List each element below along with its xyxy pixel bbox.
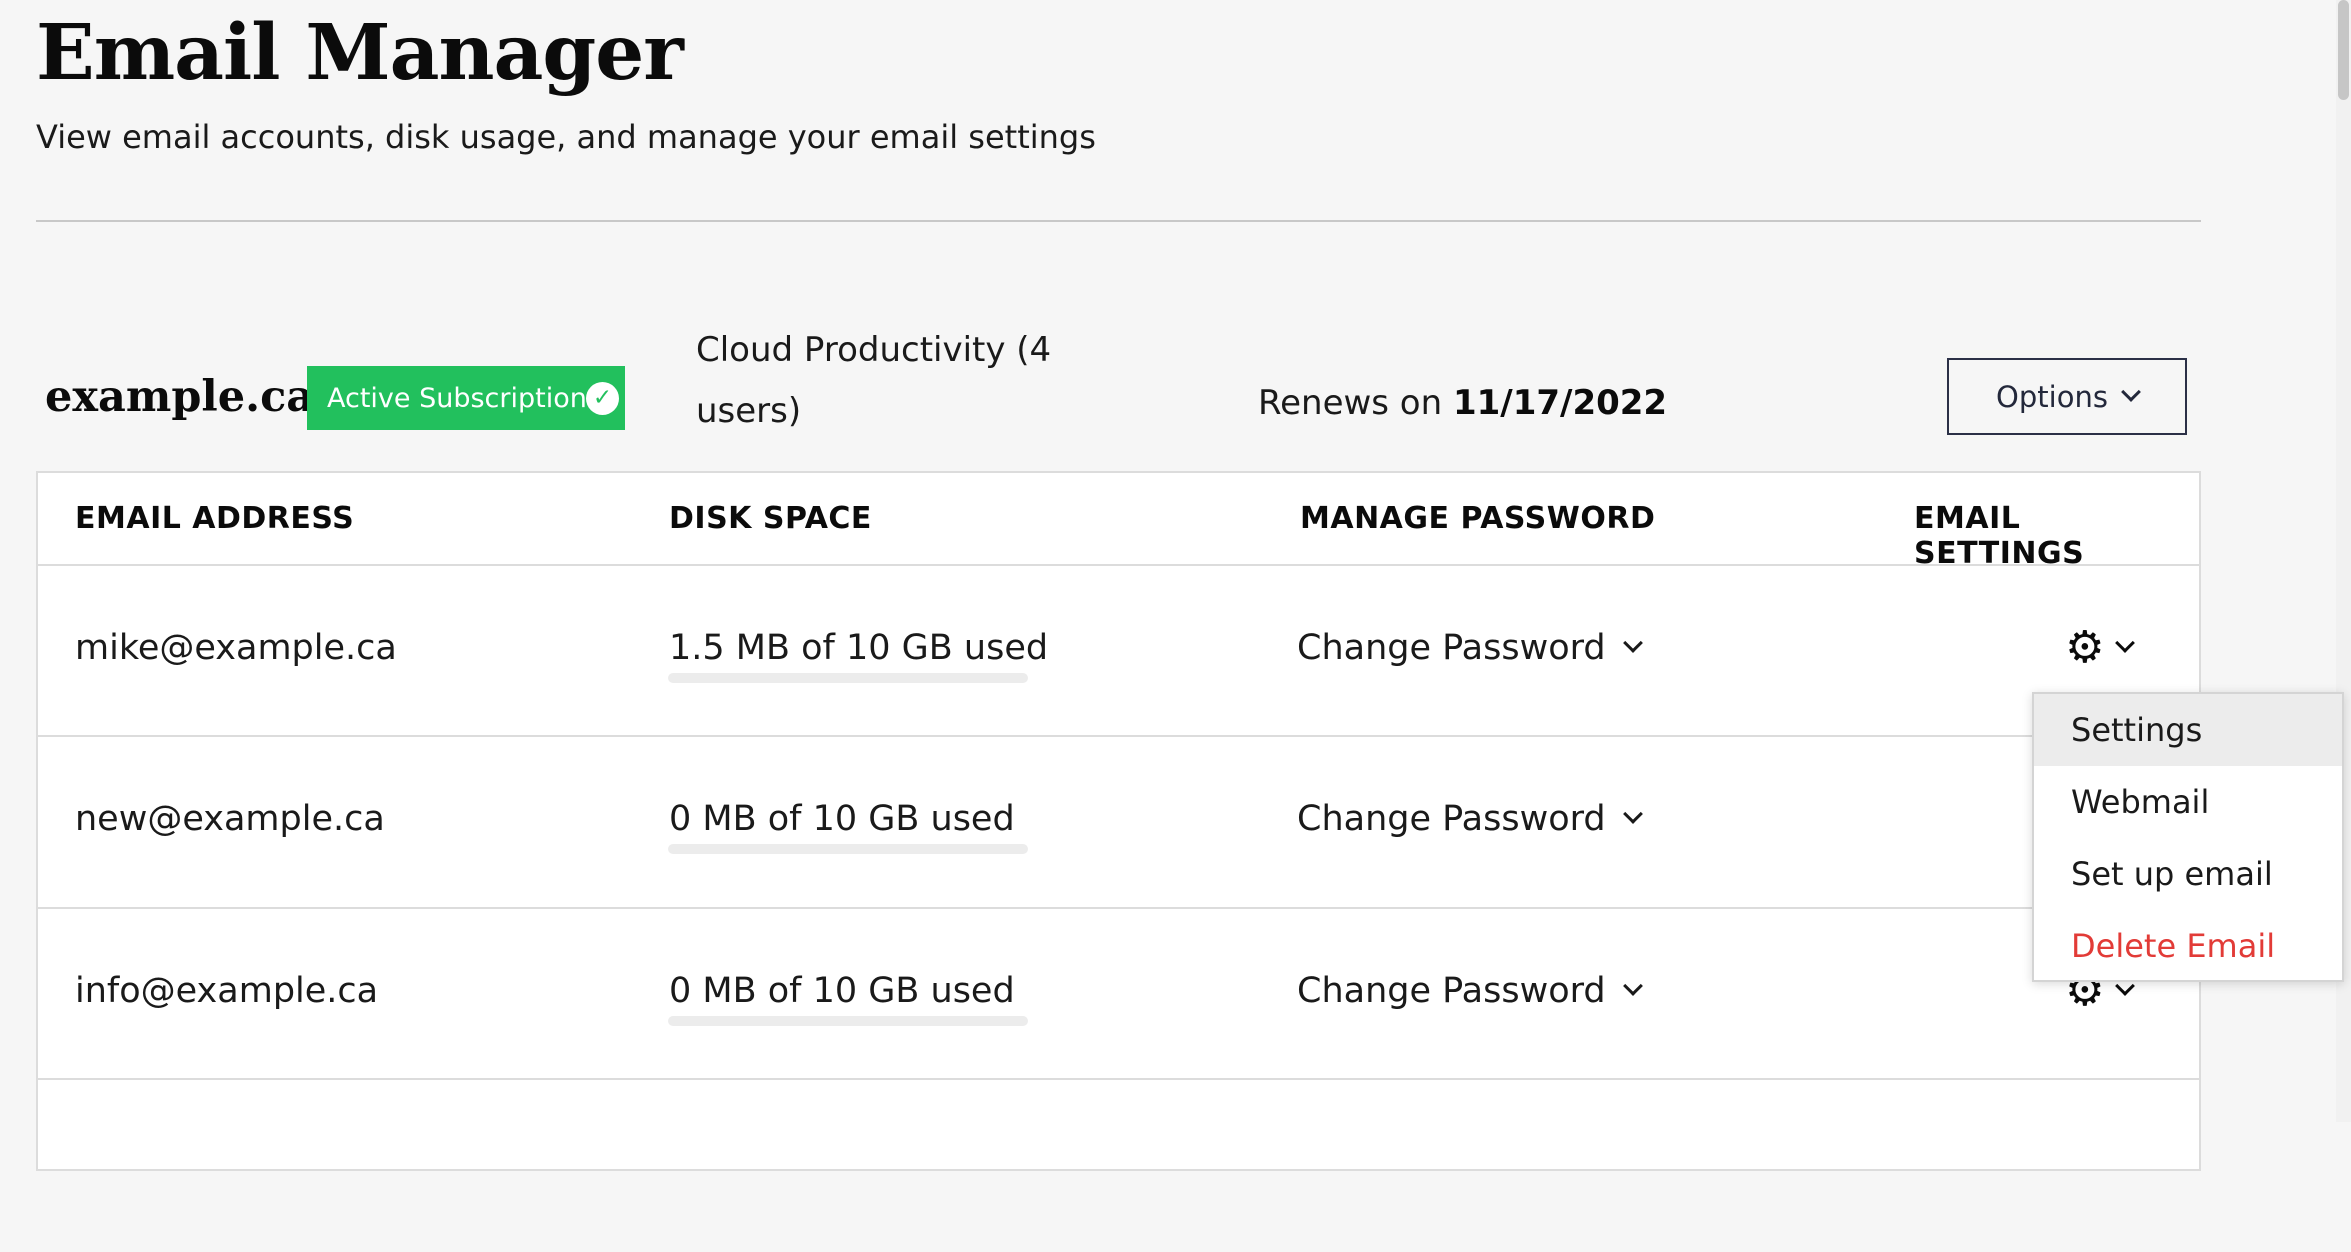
- change-password-label: Change Password: [1297, 799, 1606, 839]
- change-password-label: Change Password: [1297, 971, 1606, 1011]
- table-row: [38, 1078, 2199, 1252]
- email-settings-menu: Settings Webmail Set up email Delete Ema…: [2032, 692, 2344, 982]
- renews-label: Renews on: [1258, 383, 1442, 423]
- domain-name: example.ca: [45, 372, 314, 422]
- change-password-dropdown[interactable]: Change Password: [1297, 799, 1640, 839]
- table-row: mike@example.ca 1.5 MB of 10 GB used Cha…: [38, 564, 2199, 738]
- table-row: new@example.ca 0 MB of 10 GB used Change…: [38, 735, 2199, 909]
- table-row: info@example.ca 0 MB of 10 GB used Chang…: [38, 907, 2199, 1081]
- column-header-email-settings: EMAIL SETTINGS: [1914, 501, 2199, 571]
- menu-item-delete-email[interactable]: Delete Email: [2034, 910, 2342, 982]
- scrollbar-thumb[interactable]: [2338, 0, 2349, 100]
- disk-usage-text: 0 MB of 10 GB used: [669, 799, 1015, 839]
- menu-item-settings[interactable]: Settings: [2034, 694, 2342, 766]
- column-header-email-address: EMAIL ADDRESS: [75, 501, 354, 536]
- chevron-down-icon: [1623, 633, 1643, 653]
- disk-usage-bar: [668, 673, 1028, 683]
- page-subtitle: View email accounts, disk usage, and man…: [36, 118, 1096, 156]
- menu-item-webmail[interactable]: Webmail: [2034, 766, 2342, 838]
- email-address: new@example.ca: [75, 799, 385, 839]
- renewal-date: 11/17/2022: [1453, 383, 1667, 423]
- email-settings-toggle[interactable]: ⚙: [2065, 626, 2132, 670]
- plan-name: Cloud Productivity (4 users): [696, 320, 1116, 442]
- domain-summary: example.ca Active Subscription ✓ Cloud P…: [45, 320, 2195, 450]
- chevron-down-icon: [2116, 633, 2136, 653]
- disk-usage-bar: [668, 844, 1028, 854]
- chevron-down-icon: [1623, 804, 1643, 824]
- header-divider: [36, 220, 2201, 222]
- subscription-status-badge: Active Subscription ✓: [307, 366, 625, 430]
- gear-icon: ⚙: [2065, 626, 2104, 670]
- change-password-dropdown[interactable]: Change Password: [1297, 971, 1640, 1011]
- email-accounts-table: EMAIL ADDRESS DISK SPACE MANAGE PASSWORD…: [36, 471, 2201, 1171]
- page-title: Email Manager: [36, 8, 683, 98]
- subscription-status-label: Active Subscription: [327, 383, 587, 414]
- check-circle-icon: ✓: [586, 382, 619, 415]
- disk-usage-text: 0 MB of 10 GB used: [669, 971, 1015, 1011]
- change-password-label: Change Password: [1297, 628, 1606, 668]
- options-button-label: Options: [1996, 380, 2108, 414]
- email-address: mike@example.ca: [75, 628, 397, 668]
- chevron-down-icon: [2121, 382, 2141, 402]
- change-password-dropdown[interactable]: Change Password: [1297, 628, 1640, 668]
- renewal-info: Renews on 11/17/2022: [1258, 383, 1667, 423]
- options-button[interactable]: Options: [1947, 358, 2187, 435]
- disk-usage-bar: [668, 1016, 1028, 1026]
- column-header-disk-space: DISK SPACE: [669, 501, 872, 536]
- email-address: info@example.ca: [75, 971, 378, 1011]
- menu-item-set-up-email[interactable]: Set up email: [2034, 838, 2342, 910]
- column-header-manage-password: MANAGE PASSWORD: [1300, 501, 1655, 536]
- chevron-down-icon: [1623, 976, 1643, 996]
- disk-usage-text: 1.5 MB of 10 GB used: [669, 628, 1048, 668]
